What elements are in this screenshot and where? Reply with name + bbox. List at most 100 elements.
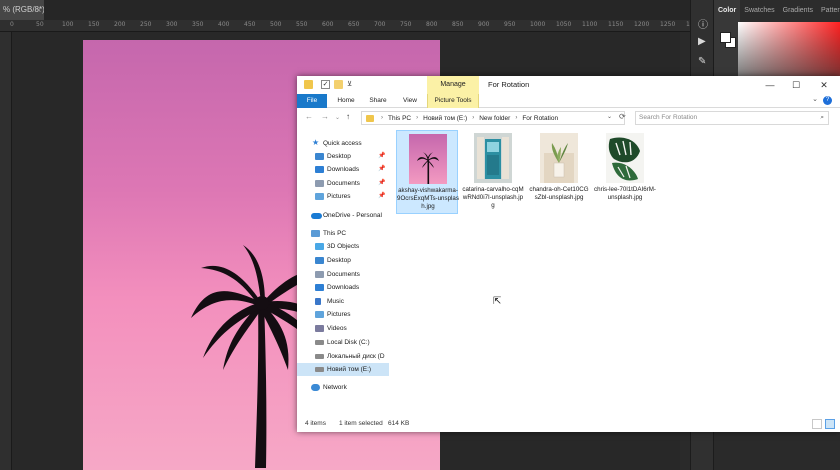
- ruler-tick-label: 100: [62, 21, 74, 28]
- vertical-ruler: [0, 32, 12, 470]
- breadcrumb-this-pc[interactable]: This PC: [387, 115, 412, 122]
- network-icon: [311, 384, 320, 391]
- nav-label: Downloads: [327, 166, 360, 173]
- breadcrumb-new-folder[interactable]: New folder: [478, 115, 511, 122]
- ruler-tick-label: 600: [322, 21, 334, 28]
- folder-icon: [366, 114, 374, 122]
- nav-label: Pictures: [327, 193, 351, 200]
- file-item-akshay[interactable]: akshay-vishwakarma-9OcrsExqMTs-unsplash.…: [396, 130, 459, 214]
- nav-qa-desktop[interactable]: Desktop 📌: [297, 150, 389, 163]
- window-title: For Rotation: [488, 80, 530, 89]
- computer-icon: [311, 230, 320, 237]
- ruler-tick-label: 0: [10, 21, 14, 28]
- documents-icon: [315, 180, 324, 187]
- search-icon[interactable]: ⌕: [820, 112, 828, 124]
- nav-downloads[interactable]: Downloads: [297, 281, 389, 294]
- breadcrumb-for-rotation[interactable]: For Rotation: [521, 115, 559, 122]
- nav-quick-access[interactable]: ★ Quick access: [297, 137, 389, 150]
- recent-locations-button[interactable]: ⌄: [335, 114, 340, 121]
- pin-icon[interactable]: 📌: [378, 190, 385, 203]
- nav-label: Downloads: [327, 284, 360, 291]
- pin-icon[interactable]: 📌: [378, 163, 385, 176]
- nav-pictures[interactable]: Pictures: [297, 308, 389, 321]
- tab-gradients[interactable]: Gradients: [779, 0, 817, 22]
- breadcrumb-separator[interactable]: ›: [515, 115, 517, 121]
- file-list[interactable]: akshay-vishwakarma-9OcrsExqMTs-unsplash.…: [392, 128, 840, 416]
- tab-color[interactable]: Color: [714, 0, 741, 22]
- maximize-button[interactable]: ☐: [783, 76, 809, 94]
- navigation-pane: ★ Quick access Desktop 📌 Downloads 📌 Doc…: [297, 128, 389, 416]
- forward-button[interactable]: →: [321, 112, 329, 121]
- ruler-tick-label: 800: [426, 21, 438, 28]
- pin-icon[interactable]: 📌: [378, 150, 385, 163]
- nav-videos[interactable]: Videos: [297, 322, 389, 335]
- foreground-color-swatch[interactable]: [720, 32, 731, 43]
- nav-label: Documents: [327, 271, 360, 278]
- ruler-tick-label: 50: [36, 21, 44, 28]
- customize-toolbar-icon[interactable]: ⊻: [347, 80, 356, 89]
- tab-swatches[interactable]: Swatches: [740, 0, 778, 22]
- selection-size: 614 KB: [388, 420, 410, 427]
- image-thumbnail: [409, 134, 447, 184]
- pictures-icon: [315, 311, 324, 318]
- minimize-button[interactable]: —: [757, 76, 783, 94]
- nav-label: 3D Objects: [327, 243, 360, 250]
- downloads-icon: [315, 284, 324, 291]
- nav-documents[interactable]: Documents: [297, 268, 389, 281]
- nav-label: Pictures: [327, 311, 351, 318]
- cloud-icon: [311, 213, 322, 219]
- up-button[interactable]: ↑: [346, 112, 350, 121]
- document-tab[interactable]: % (RGB/8*) ×: [0, 0, 44, 20]
- tab-share[interactable]: Share: [365, 94, 391, 108]
- large-icons-view-button[interactable]: [825, 419, 835, 429]
- breadcrumb-drive-e[interactable]: Новий том (E:): [422, 115, 468, 122]
- back-button[interactable]: ←: [305, 112, 313, 121]
- file-item-catarina[interactable]: catarina-carvalho-cqMwRNd0i7I-unsplash.j…: [462, 130, 524, 214]
- nav-desktop[interactable]: Desktop: [297, 254, 389, 267]
- address-bar[interactable]: › This PC › Новий том (E:) › New folder …: [361, 111, 625, 125]
- properties-icon[interactable]: ✓: [321, 80, 330, 89]
- ruler-tick-label: 300: [166, 21, 178, 28]
- nav-local-disk-c[interactable]: Local Disk (C:): [297, 336, 389, 349]
- help-icon[interactable]: ?: [823, 96, 832, 105]
- nav-local-disk-d[interactable]: Локальный диск (D: [297, 350, 389, 363]
- tab-view[interactable]: View: [397, 94, 423, 108]
- nav-qa-pictures[interactable]: Pictures 📌: [297, 190, 389, 203]
- breadcrumb-separator[interactable]: ›: [381, 115, 383, 121]
- nav-this-pc[interactable]: This PC: [297, 227, 389, 240]
- nav-qa-downloads[interactable]: Downloads 📌: [297, 163, 389, 176]
- info-icon[interactable]: ⓘ: [698, 16, 708, 31]
- drive-icon: [315, 367, 324, 372]
- tab-home[interactable]: Home: [333, 94, 359, 108]
- file-item-chris-lee[interactable]: chris-lee-70l1tDAI6rM-unsplash.jpg: [594, 130, 656, 214]
- refresh-button[interactable]: ⟳: [619, 112, 626, 121]
- nav-3d-objects[interactable]: 3D Objects: [297, 240, 389, 253]
- title-bar[interactable]: ✓ ⊻ Manage For Rotation — ☐ ✕: [297, 76, 840, 94]
- tab-picture-tools[interactable]: Picture Tools: [427, 94, 479, 108]
- address-dropdown-icon[interactable]: ⌄: [607, 113, 612, 120]
- search-box[interactable]: Search For Rotation ⌕: [635, 111, 829, 125]
- breadcrumb-separator[interactable]: ›: [416, 115, 418, 121]
- new-folder-icon[interactable]: [334, 80, 343, 89]
- ruler-tick-label: 500: [270, 21, 282, 28]
- manage-context-tab[interactable]: Manage: [427, 76, 479, 94]
- breadcrumb-separator[interactable]: ›: [472, 115, 474, 121]
- nav-network[interactable]: Network: [297, 381, 389, 394]
- pin-icon[interactable]: 📌: [378, 177, 385, 190]
- tab-patterns[interactable]: Patterns: [817, 0, 840, 22]
- nav-onedrive[interactable]: OneDrive - Personal: [297, 209, 389, 222]
- nav-qa-documents[interactable]: Documents 📌: [297, 177, 389, 190]
- document-tab-close-icon[interactable]: ×: [36, 0, 41, 20]
- play-icon[interactable]: ▶: [698, 36, 706, 47]
- nav-music[interactable]: Music: [297, 295, 389, 308]
- file-item-chandra[interactable]: chandra-oh-Cet10CGsZbI-unsplash.jpg: [528, 130, 590, 214]
- desktop-icon: [315, 257, 324, 264]
- brush-settings-icon[interactable]: ✎: [698, 56, 706, 67]
- nav-label: Videos: [327, 325, 347, 332]
- close-button[interactable]: ✕: [811, 76, 837, 94]
- expand-ribbon-icon[interactable]: ⌄: [812, 95, 818, 103]
- nav-drive-e[interactable]: Новий том (E:): [297, 363, 389, 376]
- tab-file[interactable]: File: [297, 94, 327, 108]
- ruler-tick-label: 700: [374, 21, 386, 28]
- details-view-button[interactable]: [812, 419, 822, 429]
